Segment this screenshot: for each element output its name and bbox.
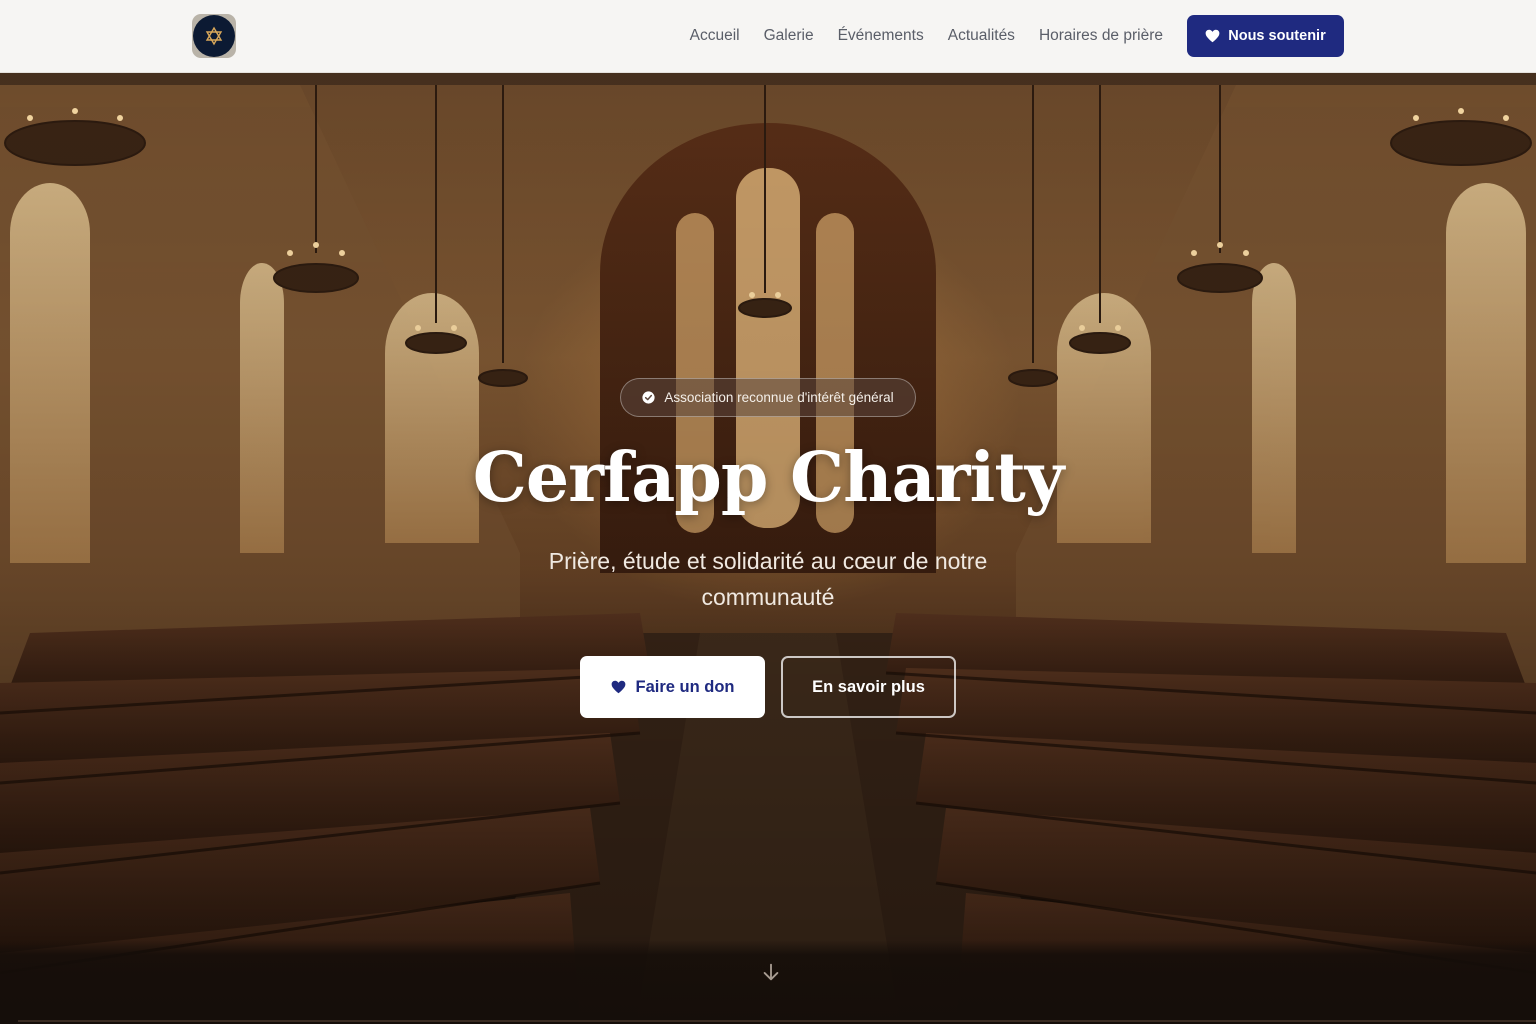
- badge-label: Association reconnue d'intérêt général: [664, 390, 894, 405]
- scroll-down-button[interactable]: [760, 961, 782, 983]
- recognition-badge: Association reconnue d'intérêt général: [620, 378, 916, 417]
- section-divider: [18, 1020, 1536, 1022]
- heart-icon: [611, 680, 625, 694]
- hero-section: Association reconnue d'intérêt général C…: [0, 73, 1536, 1024]
- donate-button-label: Faire un don: [635, 677, 735, 696]
- main-nav: Accueil Galerie Événements Actualités Ho…: [690, 0, 1163, 72]
- nav-link-accueil[interactable]: Accueil: [690, 27, 740, 45]
- site-header: Accueil Galerie Événements Actualités Ho…: [0, 0, 1536, 73]
- star-of-david-icon: [193, 15, 235, 57]
- nav-link-horaires[interactable]: Horaires de prière: [1039, 27, 1163, 45]
- nav-link-evenements[interactable]: Événements: [838, 27, 924, 45]
- nav-link-actualites[interactable]: Actualités: [948, 27, 1015, 45]
- support-button[interactable]: Nous soutenir: [1187, 15, 1344, 57]
- donate-button[interactable]: Faire un don: [580, 656, 765, 718]
- learn-more-button[interactable]: En savoir plus: [781, 656, 956, 718]
- logo[interactable]: [192, 14, 236, 58]
- learn-more-button-label: En savoir plus: [812, 677, 925, 696]
- hero-subtitle: Prière, étude et solidarité au cœur de n…: [548, 548, 988, 610]
- heart-icon: [1205, 29, 1220, 43]
- nav-link-galerie[interactable]: Galerie: [764, 27, 814, 45]
- hero-title: Cerfapp Charity: [472, 438, 1065, 518]
- support-button-label: Nous soutenir: [1228, 28, 1326, 44]
- check-badge-icon: [642, 391, 655, 404]
- arrow-down-icon: [763, 963, 779, 981]
